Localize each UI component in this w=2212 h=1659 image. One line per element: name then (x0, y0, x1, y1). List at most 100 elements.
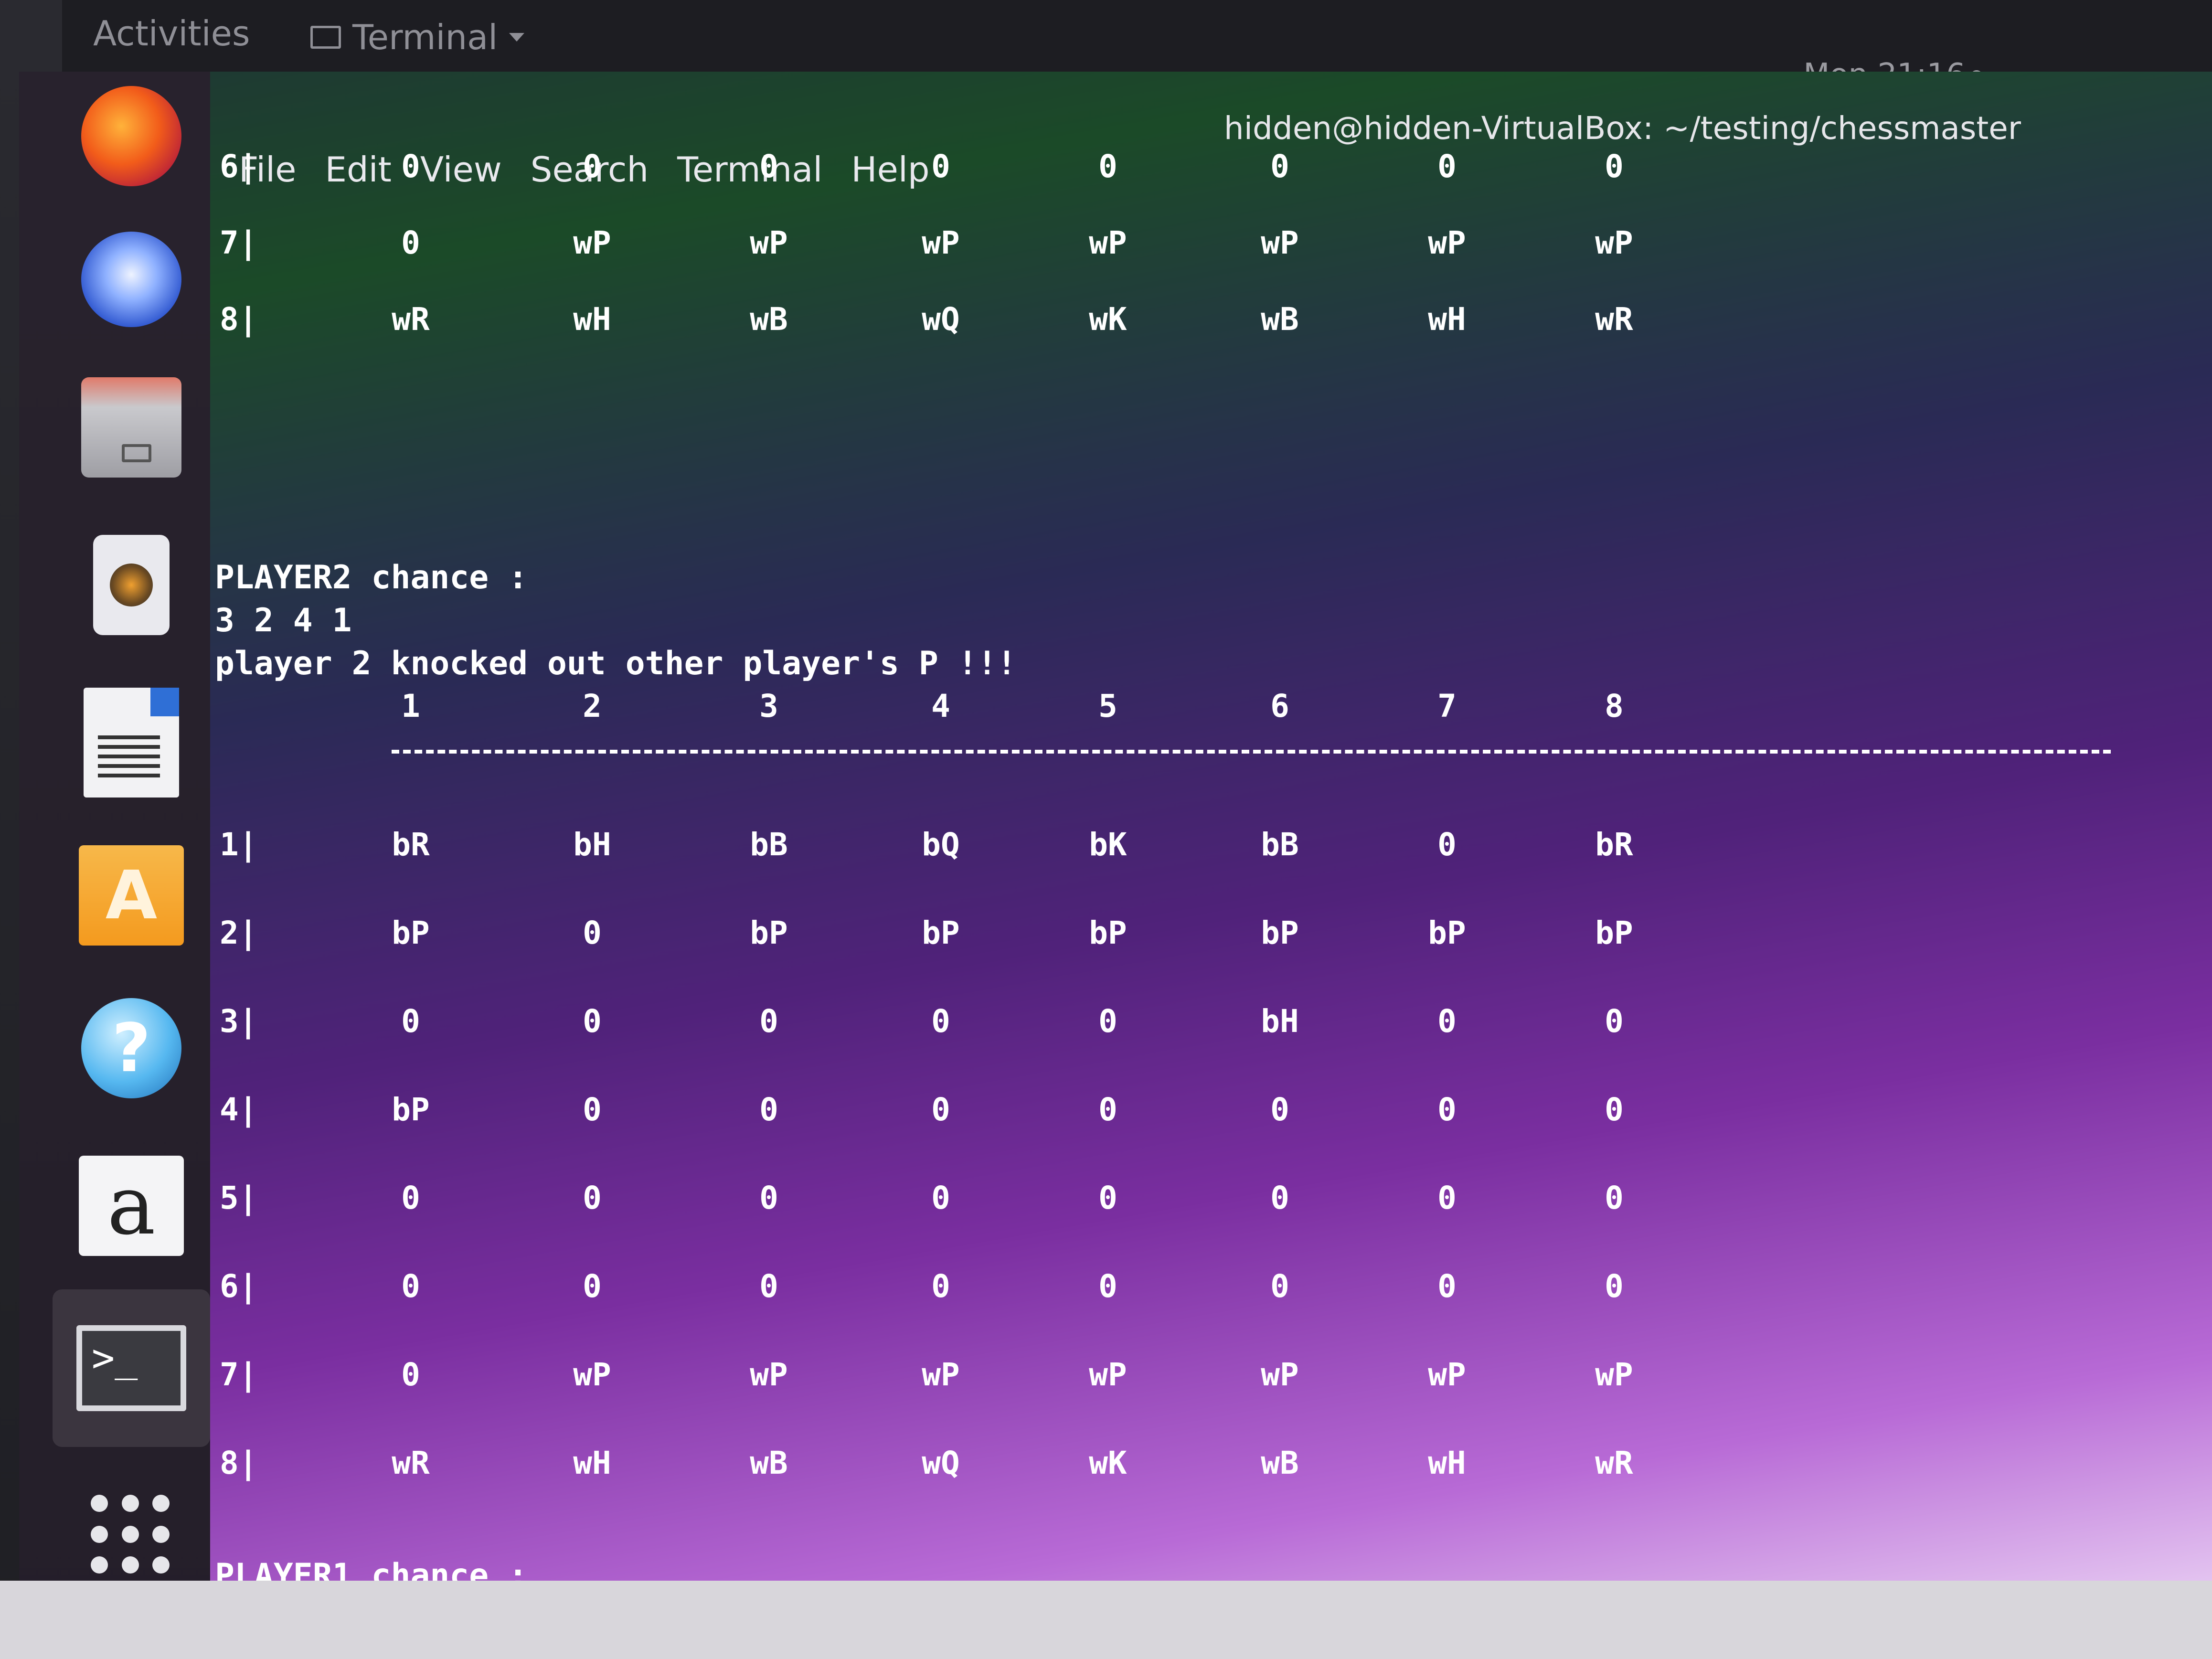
board-row-label: 4| (220, 1091, 258, 1128)
board-row-label: 2| (220, 915, 258, 951)
prev-board-cell: wP (1595, 224, 1633, 261)
board-column-header: 2 (583, 688, 602, 724)
board-cell: wP (922, 1356, 960, 1393)
dock-item-help[interactable]: ? (76, 993, 186, 1103)
board-cell: bP (1595, 915, 1633, 951)
board-cell: 0 (931, 1268, 950, 1305)
board-cell: 0 (1605, 1091, 1624, 1128)
top-panel: Activities Terminal Mon 21:16 (62, 0, 2212, 93)
screen-bezel (0, 1581, 2212, 1659)
board-cell: wP (1089, 1356, 1127, 1393)
board-cell: bP (750, 915, 788, 951)
dock-item-files[interactable] (76, 372, 186, 482)
board-cell: bH (573, 826, 611, 863)
prev-board-cell: 0 (1098, 148, 1117, 185)
board-cell: bH (1261, 1003, 1299, 1040)
board-cell: 0 (1605, 1180, 1624, 1216)
board-cell: 0 (1270, 1091, 1289, 1128)
board-column-header: 3 (759, 688, 778, 724)
thunderbird-icon (81, 232, 181, 327)
board-cell: 0 (583, 1003, 602, 1040)
board-column-header: 7 (1437, 688, 1457, 724)
dock-item-rhythmbox[interactable] (76, 530, 186, 640)
dock-item-terminal[interactable]: >_ (53, 1289, 210, 1447)
prev-board-cell: 0 (1270, 148, 1289, 185)
board-cell: 0 (401, 1356, 420, 1393)
board-cell: 0 (1098, 1180, 1117, 1216)
board-cell: bP (922, 915, 960, 951)
terminal-icon: >_ (76, 1325, 186, 1411)
board-row-label: 7| (220, 1356, 258, 1393)
terminal-icon (310, 26, 341, 49)
prev-board-cell: wP (1428, 224, 1466, 261)
dock-item-thunderbird[interactable] (76, 224, 186, 334)
board-cell: 0 (401, 1268, 420, 1305)
prev-board-cell: wP (1089, 224, 1127, 261)
board-cell: 0 (1270, 1268, 1289, 1305)
board-cell: 0 (1605, 1003, 1624, 1040)
board-cell: 0 (1605, 1268, 1624, 1305)
board-cell: 0 (1437, 1003, 1457, 1040)
board-cell: wP (573, 1356, 611, 1393)
board-cell: 0 (583, 1091, 602, 1128)
board-cell: bB (1261, 826, 1299, 863)
window-title: hidden@hidden-VirtualBox: ~/testing/ches… (1223, 110, 2021, 147)
board-cell: wP (750, 1356, 788, 1393)
prev-board-cell: wP (750, 224, 788, 261)
show-apps-icon (86, 1490, 177, 1581)
dock-item-firefox[interactable] (76, 81, 186, 191)
prev-board-row-label: 8| (220, 301, 258, 338)
board-cell: 0 (759, 1003, 778, 1040)
board-row-label: 5| (220, 1180, 258, 1216)
board-cell: 0 (401, 1003, 420, 1040)
launcher-dock: A ? a >_ (19, 72, 210, 1600)
board-cell: bP (1261, 915, 1299, 951)
board-cell: bB (750, 826, 788, 863)
board-cell: 0 (1098, 1003, 1117, 1040)
prev-board-cell: 0 (1605, 148, 1624, 185)
prev-board-cell: wB (750, 301, 788, 338)
board-cell: bR (392, 826, 430, 863)
board-row-label: 1| (220, 826, 258, 863)
terminal-output[interactable]: PLAYER2 chance : 3 2 4 1 player 2 knocke… (210, 148, 2212, 1595)
board-cell: bR (1595, 826, 1633, 863)
input-move: 3 2 4 1 (215, 602, 352, 639)
prev-board-row-label: 7| (220, 224, 258, 261)
board-cell: 0 (931, 1091, 950, 1128)
board-cell: wR (392, 1445, 430, 1481)
board-cell: 0 (759, 1091, 778, 1128)
board-cell: wB (1261, 1445, 1299, 1481)
chevron-down-icon (509, 33, 525, 42)
dock-item-writer[interactable] (76, 688, 186, 798)
board-cell: 0 (1437, 1180, 1457, 1216)
prompt-player2: PLAYER2 chance : (215, 559, 528, 596)
board-column-header: 1 (401, 688, 420, 724)
capture-message: player 2 knocked out other player's P !!… (215, 645, 1017, 682)
prev-board-cell: 0 (759, 148, 778, 185)
prev-board-cell: wQ (922, 301, 960, 338)
app-menu-label: Terminal (352, 17, 498, 57)
prev-board-cell: wR (392, 301, 430, 338)
app-menu[interactable]: Terminal (310, 17, 525, 57)
board-cell: 0 (759, 1268, 778, 1305)
activities-button[interactable]: Activities (93, 13, 250, 53)
rhythmbox-icon (93, 535, 170, 635)
dock-item-amazon[interactable]: a (76, 1151, 186, 1261)
board-cell: wK (1089, 1445, 1127, 1481)
desktop-screen: Activities Terminal Mon 21:16 A ? a >_ h… (0, 0, 2212, 1659)
board-divider (392, 750, 2111, 754)
board-cell: bP (1428, 915, 1466, 951)
board-cell: 0 (1270, 1180, 1289, 1216)
dock-item-software-center[interactable]: A (76, 840, 186, 950)
board-column-header: 4 (931, 688, 950, 724)
board-cell: bP (1089, 915, 1127, 951)
firefox-icon (81, 86, 181, 186)
terminal-window[interactable]: hidden@hidden-VirtualBox: ~/testing/ches… (210, 72, 2212, 1595)
prev-board-cell: wB (1261, 301, 1299, 338)
prev-board-cell: 0 (1437, 148, 1457, 185)
board-cell: 0 (583, 1180, 602, 1216)
dock-item-show-apps[interactable] (76, 1480, 186, 1590)
prev-board-cell: wP (1261, 224, 1299, 261)
board-row-label: 3| (220, 1003, 258, 1040)
files-icon (81, 377, 181, 478)
